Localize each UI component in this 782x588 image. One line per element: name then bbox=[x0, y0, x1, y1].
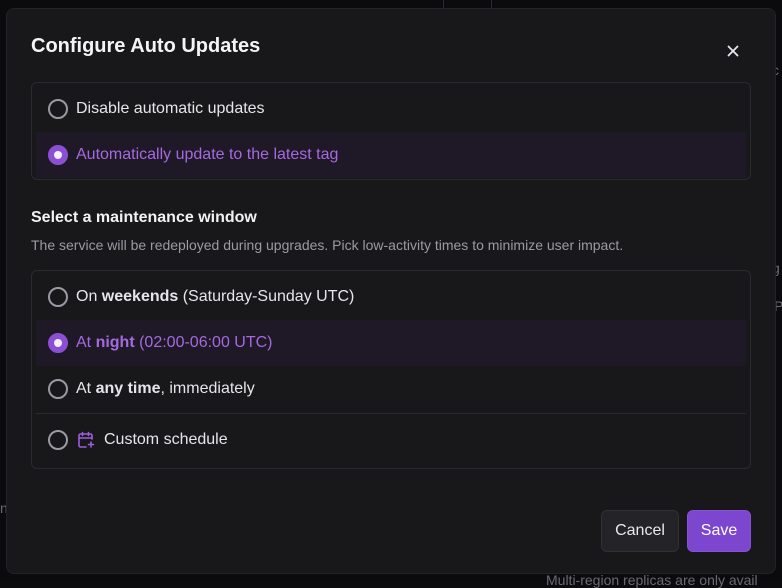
close-button[interactable] bbox=[721, 39, 745, 63]
radio-button[interactable] bbox=[48, 430, 68, 450]
background-divider bbox=[491, 0, 492, 8]
option-prefix: At bbox=[76, 334, 96, 352]
calendar-plus-icon bbox=[76, 430, 96, 450]
option-disable-updates[interactable]: Disable automatic updates bbox=[36, 86, 746, 132]
maintenance-window-title: Select a maintenance window bbox=[31, 209, 257, 227]
radio-button[interactable] bbox=[48, 379, 68, 399]
background-text: Multi-region replicas are only avail bbox=[546, 572, 758, 588]
option-any-time[interactable]: At any time, immediately bbox=[36, 366, 746, 412]
option-suffix: (Saturday-Sunday UTC) bbox=[178, 288, 354, 306]
option-prefix: At bbox=[76, 380, 96, 398]
radio-button-selected[interactable] bbox=[48, 333, 68, 353]
close-icon bbox=[727, 45, 739, 57]
radio-button[interactable] bbox=[48, 287, 68, 307]
maintenance-window-group: On weekends (Saturday-Sunday UTC) At nig… bbox=[31, 270, 751, 469]
update-mode-group: Disable automatic updates Automatically … bbox=[31, 82, 751, 180]
cancel-button[interactable]: Cancel bbox=[601, 510, 679, 552]
option-suffix: , immediately bbox=[160, 380, 254, 398]
option-custom-schedule[interactable]: Custom schedule bbox=[36, 416, 746, 464]
option-label: Automatically update to the latest tag bbox=[76, 146, 338, 164]
dialog-title: Configure Auto Updates bbox=[31, 35, 260, 58]
option-divider bbox=[36, 413, 746, 414]
option-emphasis: weekends bbox=[102, 288, 178, 306]
save-button[interactable]: Save bbox=[687, 510, 751, 552]
maintenance-window-description: The service will be redeployed during up… bbox=[31, 237, 623, 253]
auto-updates-dialog: Configure Auto Updates Disable automatic… bbox=[6, 8, 776, 574]
radio-button-selected[interactable] bbox=[48, 145, 68, 165]
option-label: Disable automatic updates bbox=[76, 100, 265, 118]
option-emphasis: night bbox=[96, 334, 135, 352]
option-label: Custom schedule bbox=[104, 431, 228, 449]
option-emphasis: any time bbox=[96, 380, 161, 398]
option-weekends[interactable]: On weekends (Saturday-Sunday UTC) bbox=[36, 274, 746, 320]
option-auto-update-latest-tag[interactable]: Automatically update to the latest tag bbox=[36, 132, 746, 178]
radio-button[interactable] bbox=[48, 99, 68, 119]
option-prefix: On bbox=[76, 288, 102, 306]
option-night[interactable]: At night (02:00-06:00 UTC) bbox=[36, 320, 746, 366]
option-suffix: (02:00-06:00 UTC) bbox=[135, 334, 273, 352]
background-divider bbox=[443, 0, 444, 8]
